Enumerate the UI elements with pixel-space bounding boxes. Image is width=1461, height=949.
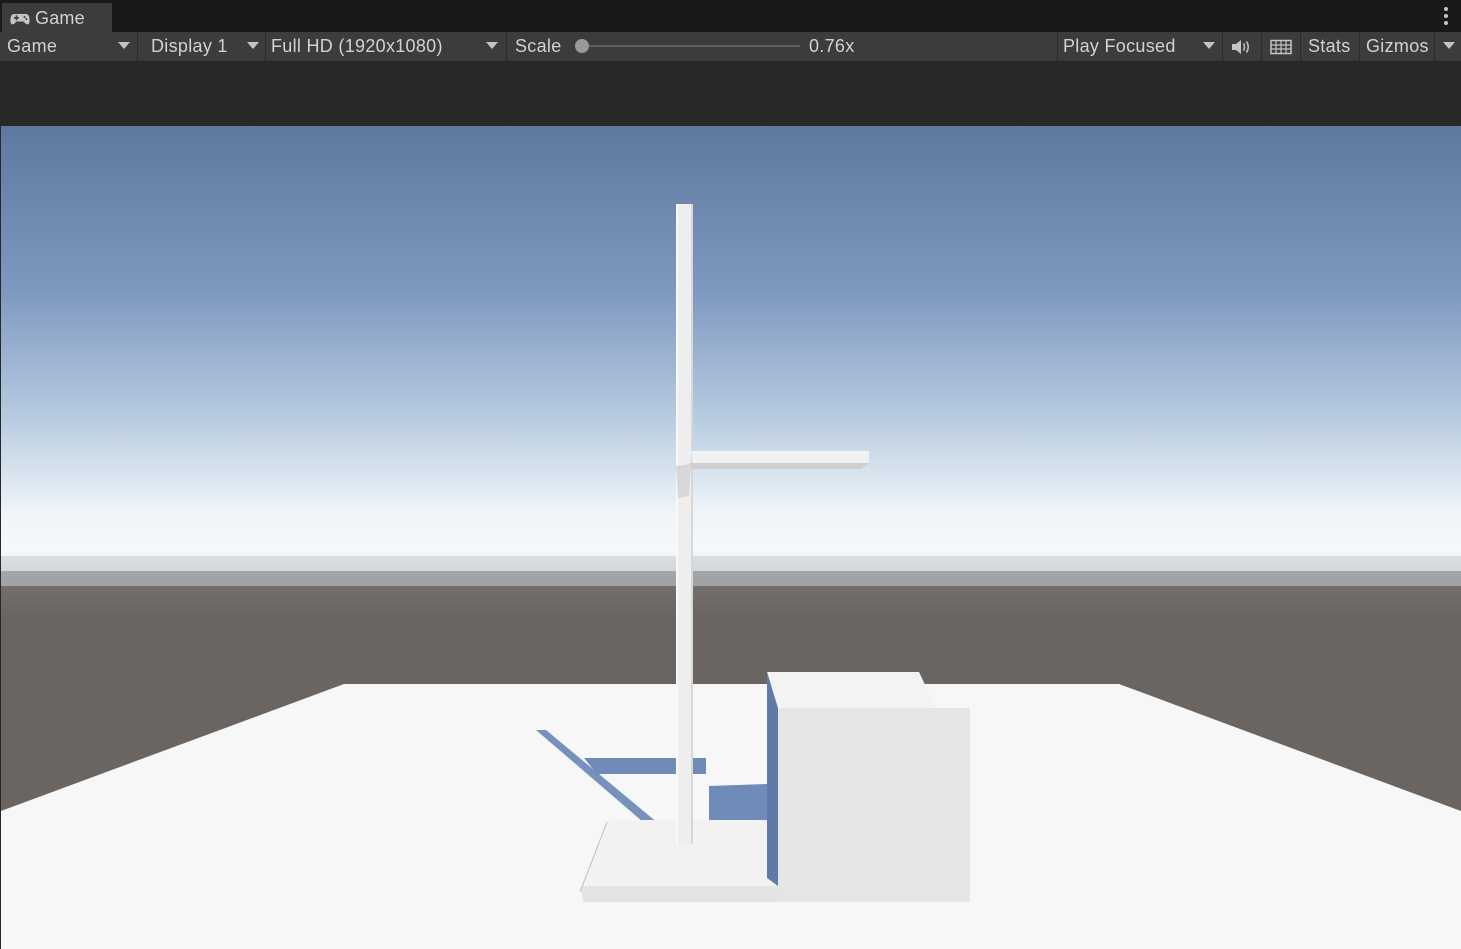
cube-front (778, 708, 970, 902)
pole (676, 204, 693, 844)
game-toolbar: Game Display 1 Full HD (1920x1080) Scale… (0, 32, 1461, 62)
gamepad-icon (10, 13, 30, 24)
stats-label: Stats (1308, 36, 1351, 56)
chevron-down-icon (247, 42, 259, 49)
stats-button[interactable]: Stats (1302, 32, 1359, 61)
sky (1, 126, 1461, 596)
play-mode-label: Play Focused (1063, 36, 1176, 56)
chevron-down-icon (1443, 42, 1455, 49)
scale-value: 0.76x (803, 32, 883, 61)
mute-audio-button[interactable] (1223, 32, 1261, 61)
game-viewport[interactable] (1, 126, 1461, 949)
tab-bar: Game (0, 0, 1461, 33)
view-mode-label: Game (7, 36, 58, 56)
gizmos-dropdown[interactable] (1435, 32, 1461, 61)
view-mode-dropdown[interactable]: Game (1, 32, 136, 61)
tab-game[interactable]: Game (2, 3, 112, 32)
gizmos-button[interactable]: Gizmos (1360, 32, 1432, 61)
base-front (581, 886, 778, 902)
scene-render (1, 126, 1461, 949)
scale-label-text: Scale (515, 36, 562, 56)
scale-slider-track[interactable] (582, 45, 800, 47)
scale-value-text: 0.76x (809, 36, 855, 56)
cube-top (767, 672, 936, 708)
tab-title: Game (35, 8, 85, 28)
chevron-down-icon (1203, 42, 1215, 49)
game-window: Game Game Display 1 Full HD (1920x1080) … (0, 0, 1461, 949)
cube-side (767, 672, 778, 886)
display-dropdown[interactable]: Display 1 (145, 32, 265, 61)
play-mode-dropdown[interactable]: Play Focused (1057, 32, 1221, 61)
viewport-letterbox (0, 62, 1461, 126)
scale-label: Scale (509, 32, 579, 61)
chevron-down-icon (486, 42, 498, 49)
speaker-icon (1232, 39, 1250, 54)
arm-underside (689, 463, 869, 469)
chevron-down-icon (118, 42, 130, 49)
scale-slider-thumb[interactable] (575, 39, 589, 53)
resolution-dropdown[interactable]: Full HD (1920x1080) (265, 32, 505, 61)
resolution-label: Full HD (1920x1080) (271, 36, 443, 56)
shortcuts-button[interactable] (1262, 32, 1300, 61)
more-options-icon[interactable] (1443, 7, 1449, 25)
gizmos-label: Gizmos (1366, 36, 1429, 56)
keyboard-icon (1270, 39, 1292, 54)
display-label: Display 1 (151, 36, 228, 56)
